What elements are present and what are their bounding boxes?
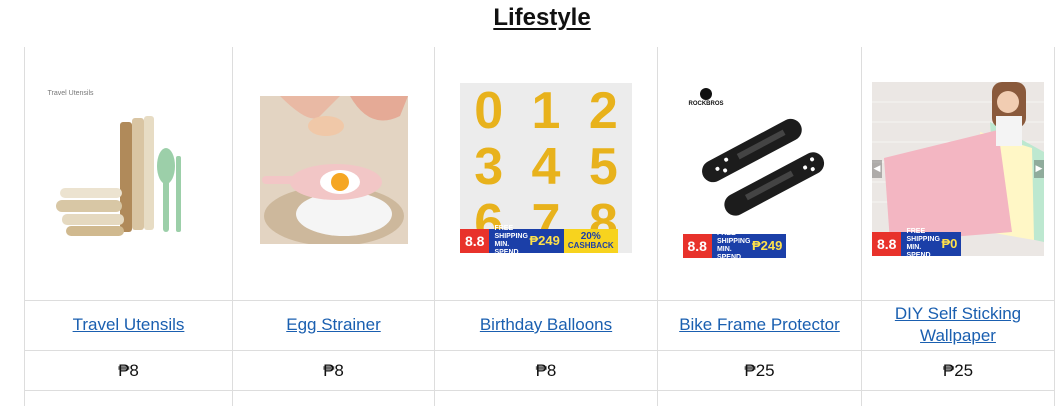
min-spend-amount: ₱249	[529, 228, 564, 253]
cashback-tag: 20% CASHBACK	[563, 228, 618, 253]
product-image-cell: ◀ ▶ 8.8 FREE SHIPPING MIN. SPEND ₱0	[862, 47, 1054, 300]
product-link[interactable]: Birthday Balloons	[480, 314, 612, 336]
product-card: Egg Strainer ₱8	[233, 47, 434, 406]
balloon-digit: 3	[474, 137, 504, 196]
product-link[interactable]: Egg Strainer	[286, 314, 381, 336]
egg-strainer-image[interactable]	[259, 95, 408, 244]
product-card: Travel Utensils Travel Utensils ₱8	[25, 47, 232, 406]
sale-tag: 8.8	[460, 228, 490, 253]
promo-badge: 8.8 FREE SHIPPING MIN. SPEND ₱0	[872, 228, 962, 256]
product-image-cell: 0 1 2 3 4 5 6 7 8 8.8 FREE SHIPPING MIN.…	[435, 47, 657, 300]
free-shipping-tag: FREE SHIPPING MIN. SPEND	[489, 225, 530, 253]
free-shipping-tag: FREE SHIPPING MIN. SPEND	[901, 228, 942, 256]
balloon-digit: 4	[531, 137, 561, 196]
section-title: Lifestyle	[493, 4, 591, 31]
product-price: ₱25	[744, 361, 775, 380]
product-name-cell: DIY Self Sticking Wallpaper	[862, 300, 1054, 350]
balloon-digit: 1	[531, 82, 561, 140]
promo-badge: 8.8 FREE SHIPPING MIN. SPEND ₱249 20% CA…	[460, 225, 618, 253]
birthday-balloons-image[interactable]: 0 1 2 3 4 5 6 7 8 8.8 FREE SHIPPING MIN.…	[460, 82, 632, 253]
product-price: ₱8	[118, 361, 139, 380]
min-spend-amount: ₱0	[941, 231, 962, 256]
product-image-cell: Travel Utensils	[25, 47, 232, 300]
product-card: ROCKBROS 8.8 FREE SHIPPING MIN. SPEND ₱2…	[658, 47, 861, 406]
product-link[interactable]: Travel Utensils	[73, 314, 185, 336]
product-price: ₱8	[535, 361, 557, 380]
min-spend-amount: ₱249	[751, 233, 787, 258]
product-link[interactable]: Bike Frame Protector	[679, 314, 840, 336]
balloon-digit: 0	[474, 82, 504, 140]
sale-tag: 8.8	[872, 231, 902, 256]
carousel-next-button[interactable]: ▶	[1034, 159, 1044, 178]
product-table: Travel Utensils Travel Utensils ₱8 Egg S…	[24, 47, 1055, 406]
brand-logo: Travel Utensils	[47, 89, 94, 97]
product-name-cell: Travel Utensils	[25, 300, 232, 350]
product-name-cell: Birthday Balloons	[435, 300, 657, 350]
travel-utensils-image[interactable]: Travel Utensils	[48, 90, 204, 246]
product-price: ₱25	[942, 361, 974, 380]
sale-tag: 8.8	[682, 233, 712, 258]
balloon-digit: 5	[588, 137, 618, 196]
column-divider	[1054, 47, 1055, 406]
product-card: 0 1 2 3 4 5 6 7 8 8.8 FREE SHIPPING MIN.…	[435, 47, 657, 406]
product-name-cell: Bike Frame Protector	[658, 300, 861, 350]
bike-frame-protector-image[interactable]: ROCKBROS 8.8 FREE SHIPPING MIN. SPEND ₱2…	[682, 81, 837, 258]
cashback-percent: 20%	[580, 230, 601, 242]
product-price: ₱8	[323, 361, 344, 380]
product-image-cell: ROCKBROS 8.8 FREE SHIPPING MIN. SPEND ₱2…	[658, 47, 861, 300]
free-shipping-tag: FREE SHIPPING MIN. SPEND	[711, 230, 752, 258]
product-link[interactable]: DIY Self Sticking Wallpaper	[888, 303, 1028, 347]
product-image-cell	[233, 47, 434, 300]
cashback-label: CASHBACK	[567, 240, 614, 250]
carousel-prev-button[interactable]: ◀	[872, 159, 882, 178]
wallpaper-image[interactable]: ◀ ▶ 8.8 FREE SHIPPING MIN. SPEND ₱0	[872, 81, 1044, 256]
product-name-cell: Egg Strainer	[233, 300, 434, 350]
product-card: ◀ ▶ 8.8 FREE SHIPPING MIN. SPEND ₱0 DIY …	[862, 47, 1054, 406]
balloon-digit: 2	[588, 82, 618, 140]
promo-badge: 8.8 FREE SHIPPING MIN. SPEND ₱249	[682, 230, 787, 258]
